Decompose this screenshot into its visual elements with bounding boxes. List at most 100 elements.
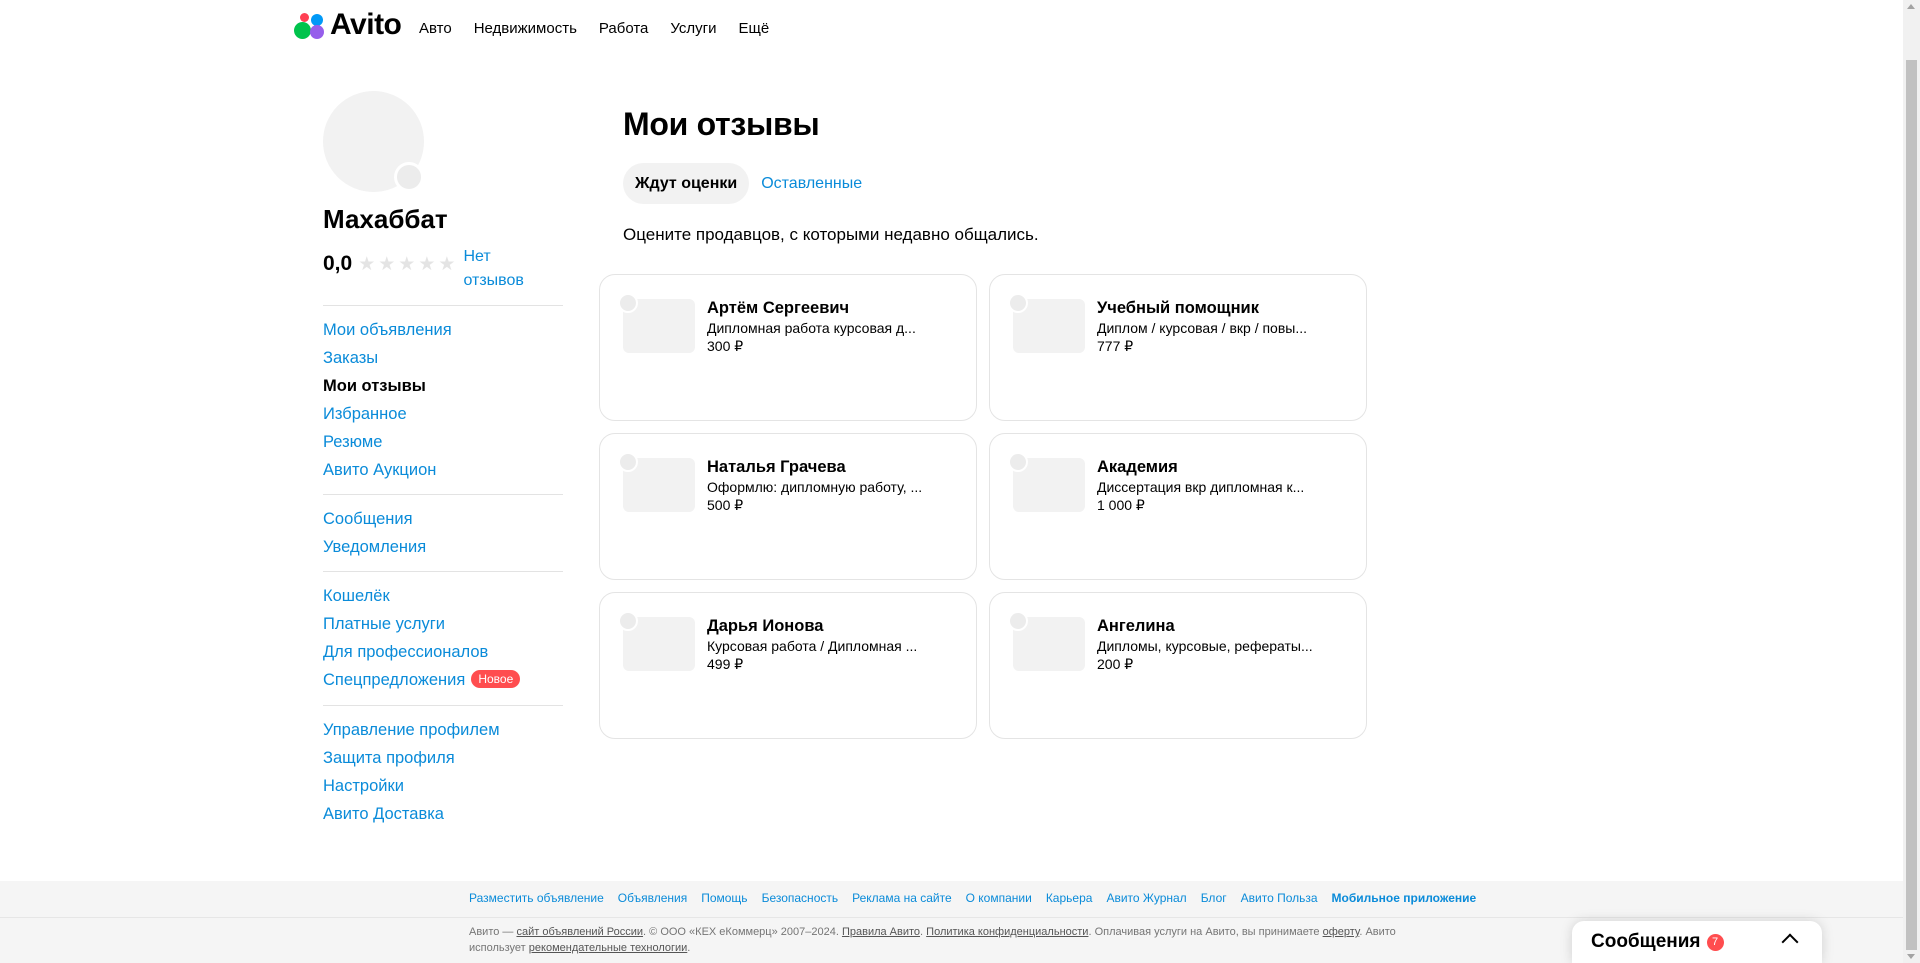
seller-avatar <box>1008 452 1028 472</box>
footer-link-about[interactable]: О компании <box>966 891 1032 905</box>
footer-divider <box>0 917 1903 918</box>
sidebar-item-auction[interactable]: Авито Аукцион <box>323 456 563 484</box>
listing-title: Курсовая работа / Дипломная ... <box>707 638 918 654</box>
new-badge: Новое <box>471 670 521 688</box>
header: Avito Авто Недвижимость Работа Услуги Ещ… <box>0 0 1903 60</box>
top-nav-services[interactable]: Услуги <box>670 20 716 37</box>
sidebar-item-settings[interactable]: Настройки <box>323 772 563 800</box>
sidebar-group-finance: Кошелёк Платные услуги Для профессионало… <box>323 582 563 694</box>
avito-logo[interactable]: Avito <box>292 8 402 41</box>
messenger-widget[interactable]: Сообщения 7 <box>1572 921 1822 963</box>
footer-link-careers[interactable]: Карьера <box>1046 891 1093 905</box>
hint-text: Оцените продавцов, с которыми недавно об… <box>623 225 1039 244</box>
sidebar-item-special-offers[interactable]: Спецпредложения Новое <box>323 666 563 694</box>
seller-name: Наталья Грачева <box>707 458 846 476</box>
seller-avatar <box>1008 293 1028 313</box>
seller-cards: Артём Сергеевич Дипломная работа курсова… <box>599 274 1367 739</box>
sidebar-item-favorites[interactable]: Избранное <box>323 400 563 428</box>
top-nav-more[interactable]: Ещё <box>739 20 770 37</box>
sidebar-item-resume[interactable]: Резюме <box>323 428 563 456</box>
top-nav-realty[interactable]: Недвижимость <box>474 20 577 37</box>
seller-name: Дарья Ионова <box>707 617 824 635</box>
listing-price: 777 ₽ <box>1097 338 1134 354</box>
sidebar-item-paid-services[interactable]: Платные услуги <box>323 610 563 638</box>
legal-link-rules[interactable]: Правила Авито <box>842 926 920 938</box>
seller-avatar <box>618 611 638 631</box>
listing-price: 500 ₽ <box>707 497 744 513</box>
legal-text: Авито — <box>469 926 517 938</box>
seller-name: Учебный помощник <box>1097 299 1259 317</box>
footer-link-help[interactable]: Помощь <box>701 891 747 905</box>
footer-links: Разместить объявление Объявления Помощь … <box>469 891 1476 905</box>
rating-value: 0,0 <box>323 252 353 275</box>
star-icon: ★ <box>378 254 396 275</box>
tab-awaiting-rating[interactable]: Ждут оценки <box>623 163 750 204</box>
seller-card[interactable]: Ангелина Дипломы, курсовые, рефераты... … <box>989 592 1367 739</box>
sidebar-item-profile-management[interactable]: Управление профилем <box>323 716 563 744</box>
no-reviews-link[interactable]: Нет отзывов <box>463 245 533 293</box>
footer-link-post-ad[interactable]: Разместить объявление <box>469 891 604 905</box>
listing-title: Дипломы, курсовые, рефераты... <box>1097 638 1313 654</box>
scrollbar-thumb[interactable] <box>1906 60 1917 950</box>
sidebar-item-special-offers-label: Спецпредложения <box>323 671 466 689</box>
chevron-up-icon[interactable] <box>1781 933 1799 951</box>
listing-title: Диплом / курсовая / вкр / повы... <box>1097 320 1308 336</box>
sidebar-item-profile-protection[interactable]: Защита профиля <box>323 744 563 772</box>
sidebar-item-orders[interactable]: Заказы <box>323 344 563 372</box>
sidebar-item-delivery[interactable]: Авито Доставка <box>323 800 563 828</box>
scroll-down-icon[interactable] <box>1907 954 1915 959</box>
listing-title: Оформлю: дипломную работу, ... <box>707 479 923 495</box>
seller-card[interactable]: Учебный помощник Диплом / курсовая / вкр… <box>989 274 1367 421</box>
seller-card[interactable]: Артём Сергеевич Дипломная работа курсова… <box>599 274 977 421</box>
sidebar-item-my-reviews[interactable]: Мои отзывы <box>323 372 563 400</box>
footer-link-blog[interactable]: Блог <box>1201 891 1227 905</box>
sidebar-item-wallet[interactable]: Кошелёк <box>323 582 563 610</box>
legal-link-privacy[interactable]: Политика конфиденциальности <box>926 926 1088 938</box>
rating-row: 0,0 ★ ★ ★ ★ ★ Нет отзывов <box>323 245 533 293</box>
star-icon: ★ <box>438 254 456 275</box>
tab-left-reviews[interactable]: Оставленные <box>761 163 862 204</box>
footer-link-mobile-app[interactable]: Мобильное приложение <box>1332 891 1477 905</box>
sidebar-item-my-ads[interactable]: Мои объявления <box>323 316 563 344</box>
footer-legal: Авито — сайт объявлений России. © ООО «К… <box>469 924 1419 956</box>
page-scrollbar[interactable] <box>1903 0 1920 963</box>
seller-card[interactable]: Наталья Грачева Оформлю: дипломную работ… <box>599 433 977 580</box>
legal-text: . <box>687 942 691 954</box>
listing-price: 200 ₽ <box>1097 656 1134 672</box>
seller-avatar <box>618 452 638 472</box>
review-tabs: Ждут оценки Оставленные <box>623 163 862 204</box>
legal-link-recommendations[interactable]: рекомендательные технологии <box>529 942 688 954</box>
top-nav-auto[interactable]: Авто <box>419 20 452 37</box>
footer-link-avito-polza[interactable]: Авито Польза <box>1241 891 1318 905</box>
footer-link-ads[interactable]: Объявления <box>618 891 687 905</box>
footer-link-journal[interactable]: Авито Журнал <box>1106 891 1186 905</box>
legal-link-offer[interactable]: оферту <box>1323 926 1360 938</box>
sidebar-group-communication: Сообщения Уведомления <box>323 505 563 561</box>
sidebar-item-messages[interactable]: Сообщения <box>323 505 563 533</box>
user-name: Махаббат <box>323 204 448 234</box>
logo-text: Avito <box>330 8 402 41</box>
rating-stars: ★ ★ ★ ★ ★ <box>358 255 455 274</box>
messenger-label: Сообщения <box>1591 931 1701 952</box>
messenger-unread-badge: 7 <box>1706 933 1724 951</box>
seller-name: Академия <box>1097 458 1178 476</box>
seller-card[interactable]: Дарья Ионова Курсовая работа / Дипломная… <box>599 592 977 739</box>
footer-link-advertising[interactable]: Реклама на сайте <box>852 891 952 905</box>
footer-link-security[interactable]: Безопасность <box>762 891 839 905</box>
star-icon: ★ <box>398 254 416 275</box>
legal-link-site[interactable]: сайт объявлений России <box>516 926 643 938</box>
top-nav-jobs[interactable]: Работа <box>599 20 649 37</box>
logo-dots-icon <box>292 10 326 40</box>
sidebar-item-notifications[interactable]: Уведомления <box>323 533 563 561</box>
seller-name: Артём Сергеевич <box>707 299 850 317</box>
sidebar-group-settings: Управление профилем Защита профиля Настр… <box>323 716 563 828</box>
listing-title: Дипломная работа курсовая д... <box>707 320 916 336</box>
avatar-edit-badge[interactable] <box>394 162 424 192</box>
top-nav: Авто Недвижимость Работа Услуги Ещё <box>419 20 769 37</box>
scroll-up-icon[interactable] <box>1907 4 1915 9</box>
seller-card[interactable]: Академия Диссертация вкр дипломная к... … <box>989 433 1367 580</box>
legal-text: . Оплачивая услуги на Авито, вы принимае… <box>1088 926 1323 938</box>
page-title: Мои отзывы <box>623 106 820 142</box>
sidebar-item-for-pros[interactable]: Для профессионалов <box>323 638 563 666</box>
listing-title: Диссертация вкр дипломная к... <box>1097 479 1305 495</box>
